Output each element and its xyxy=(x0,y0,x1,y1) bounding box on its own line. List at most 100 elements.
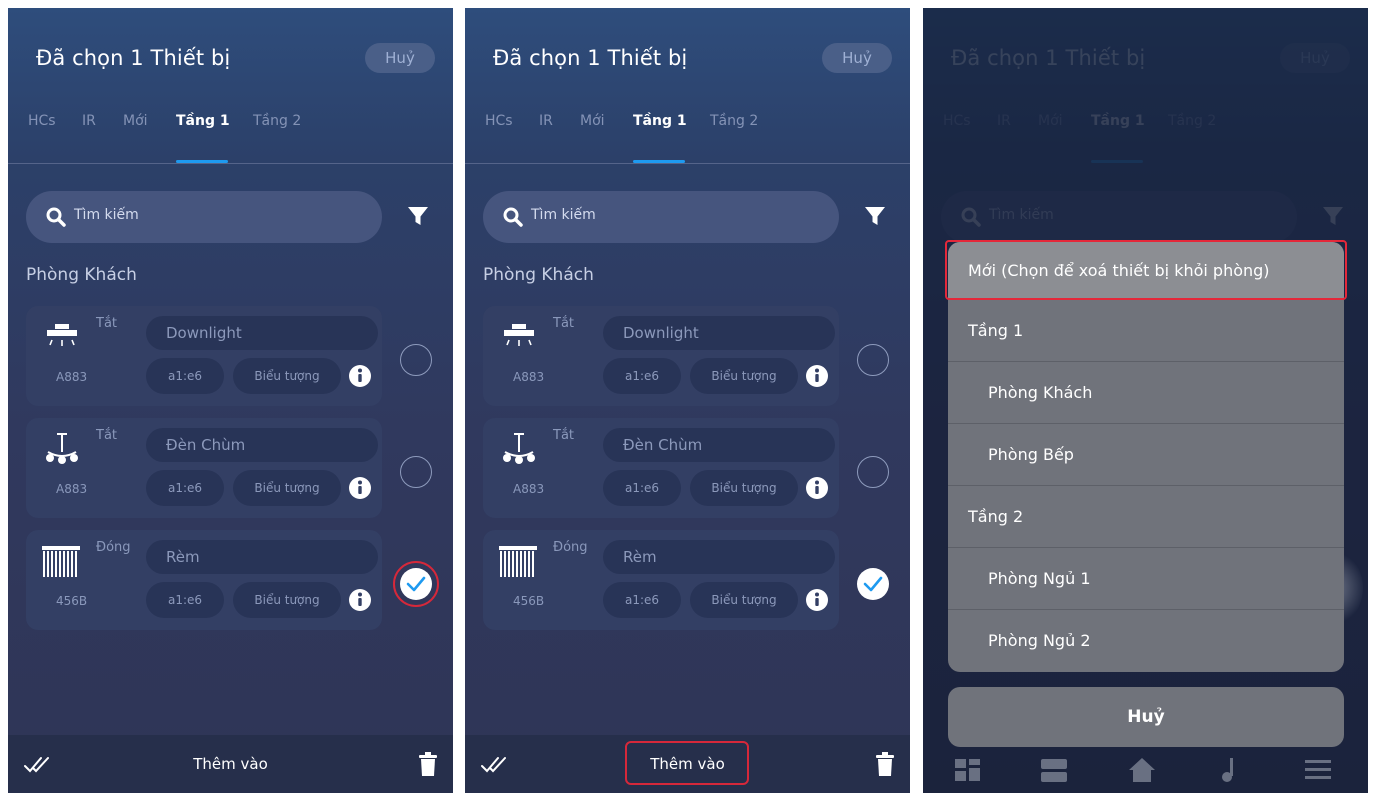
tab-tang-2[interactable]: Tầng 2 xyxy=(710,113,758,129)
icon-select-button[interactable]: Biểu tượng xyxy=(233,470,341,506)
search-icon xyxy=(46,207,66,227)
device-card[interactable]: Tắt A883 Downlight a1:e6 Biểu tượng xyxy=(26,306,382,406)
screen-select-device: Đã chọn 1 Thiết bị Huỷ HCs IR Mới Tầng 1… xyxy=(8,8,453,793)
device-card[interactable]: Đóng 456B Rèm a1:e6 Biểu tượng xyxy=(26,530,382,630)
icon-select-button[interactable]: Biểu tượng xyxy=(233,582,341,618)
search-input[interactable]: Tìm kiếm xyxy=(531,207,596,223)
info-icon[interactable] xyxy=(805,364,829,388)
icon-select-button[interactable]: Biểu tượng xyxy=(690,358,798,394)
icon-select-button[interactable]: Biểu tượng xyxy=(690,582,798,618)
tab-moi[interactable]: Mới xyxy=(123,113,148,129)
device-id: A883 xyxy=(56,482,88,496)
tab-ir[interactable]: IR xyxy=(539,113,553,129)
tab-tang-1[interactable]: Tầng 1 xyxy=(633,113,687,129)
cancel-button[interactable]: Huỷ xyxy=(365,43,435,73)
tab-ir[interactable]: IR xyxy=(82,113,96,129)
device-address: a1:e6 xyxy=(603,358,681,394)
page-title: Đã chọn 1 Thiết bị xyxy=(36,46,231,70)
rooms-icon[interactable] xyxy=(1039,755,1069,785)
search-bar[interactable]: Tìm kiếm xyxy=(483,191,839,243)
trash-icon[interactable] xyxy=(876,752,894,776)
curtain-icon xyxy=(499,546,537,577)
trash-icon[interactable] xyxy=(419,752,437,776)
device-state: Tắt xyxy=(553,428,575,443)
device-address: a1:e6 xyxy=(146,470,224,506)
curtain-icon xyxy=(42,546,80,577)
device-name-field[interactable]: Downlight xyxy=(146,316,378,350)
bottom-action-bar: Thêm vào xyxy=(8,735,453,793)
highlight-box xyxy=(625,741,749,785)
bottom-nav xyxy=(923,749,1368,793)
device-address: a1:e6 xyxy=(146,358,224,394)
search-bar[interactable]: Tìm kiếm xyxy=(26,191,382,243)
device-address: a1:e6 xyxy=(603,582,681,618)
sheet-item-room[interactable]: Phòng Khách xyxy=(948,362,1344,424)
room-heading: Phòng Khách xyxy=(26,265,137,285)
screen-add-device: Đã chọn 1 Thiết bị Huỷ HCs IR Mới Tầng 1… xyxy=(465,8,910,793)
device-address: a1:e6 xyxy=(146,582,224,618)
device-name-field[interactable]: Downlight xyxy=(603,316,835,350)
device-name-field[interactable]: Rèm xyxy=(603,540,835,574)
chandelier-icon xyxy=(46,433,78,464)
header-divider xyxy=(465,163,910,164)
sheet-item-room[interactable]: Phòng Bếp xyxy=(948,424,1344,486)
home-icon[interactable] xyxy=(1127,755,1157,785)
move-to-room-sheet: Mới (Chọn để xoá thiết bị khỏi phòng) Tầ… xyxy=(948,242,1344,672)
filter-icon[interactable] xyxy=(863,204,887,228)
device-id: A883 xyxy=(513,370,545,384)
select-checkbox[interactable] xyxy=(400,344,432,376)
bottom-action-bar: Thêm vào xyxy=(465,735,910,793)
device-card[interactable]: Tắt A883 Đèn Chùm a1:e6 Biểu tượng xyxy=(26,418,382,518)
device-state: Đóng xyxy=(96,540,131,555)
info-icon[interactable] xyxy=(805,588,829,612)
tab-hcs[interactable]: HCs xyxy=(485,113,513,129)
device-state: Đóng xyxy=(553,540,588,555)
cancel-button[interactable]: Huỷ xyxy=(822,43,892,73)
select-checkbox-checked[interactable] xyxy=(857,568,889,600)
screen-move-device-sheet: Đã chọn 1 Thiết bị Huỷ HCs IR Mới Tầng 1… xyxy=(923,8,1368,793)
search-icon xyxy=(503,207,523,227)
device-state: Tắt xyxy=(553,316,575,331)
checkmark-icon xyxy=(863,576,883,592)
select-checkbox[interactable] xyxy=(400,456,432,488)
tab-tang-1[interactable]: Tầng 1 xyxy=(176,113,230,129)
info-icon[interactable] xyxy=(348,476,372,500)
page-title: Đã chọn 1 Thiết bị xyxy=(493,46,688,70)
tab-hcs[interactable]: HCs xyxy=(28,113,56,129)
select-checkbox[interactable] xyxy=(857,344,889,376)
device-card[interactable]: Tắt A883 Downlight a1:e6 Biểu tượng xyxy=(483,306,839,406)
icon-select-button[interactable]: Biểu tượng xyxy=(233,358,341,394)
chandelier-icon xyxy=(503,433,535,464)
tab-tang-2[interactable]: Tầng 2 xyxy=(253,113,301,129)
device-card[interactable]: Tắt A883 Đèn Chùm a1:e6 Biểu tượng xyxy=(483,418,839,518)
room-heading: Phòng Khách xyxy=(483,265,594,285)
info-icon[interactable] xyxy=(348,588,372,612)
sheet-item-floor[interactable]: Tầng 1 xyxy=(948,300,1344,362)
icon-select-button[interactable]: Biểu tượng xyxy=(690,470,798,506)
device-address: a1:e6 xyxy=(603,470,681,506)
sheet-item-floor[interactable]: Tầng 2 xyxy=(948,486,1344,548)
info-icon[interactable] xyxy=(348,364,372,388)
menu-icon[interactable] xyxy=(1303,755,1333,785)
device-id: 456B xyxy=(513,594,545,608)
device-name-field[interactable]: Đèn Chùm xyxy=(603,428,835,462)
add-button[interactable]: Thêm vào xyxy=(8,755,453,773)
device-state: Tắt xyxy=(96,316,118,331)
select-checkbox[interactable] xyxy=(857,456,889,488)
dashboard-icon[interactable] xyxy=(953,755,983,785)
sheet-cancel-button[interactable]: Huỷ xyxy=(948,687,1344,747)
device-name-field[interactable]: Đèn Chùm xyxy=(146,428,378,462)
tab-moi[interactable]: Mới xyxy=(580,113,605,129)
filter-icon[interactable] xyxy=(406,204,430,228)
device-card[interactable]: Đóng 456B Rèm a1:e6 Biểu tượng xyxy=(483,530,839,630)
device-name-field[interactable]: Rèm xyxy=(146,540,378,574)
device-id: 456B xyxy=(56,594,88,608)
sheet-item-room[interactable]: Phòng Ngủ 1 xyxy=(948,548,1344,610)
sheet-item-room[interactable]: Phòng Ngủ 2 xyxy=(948,610,1344,672)
info-icon[interactable] xyxy=(805,476,829,500)
search-input[interactable]: Tìm kiếm xyxy=(74,207,139,223)
highlight-box xyxy=(945,240,1347,300)
music-icon[interactable] xyxy=(1215,755,1245,785)
device-id: A883 xyxy=(56,370,88,384)
header-divider xyxy=(8,163,453,164)
